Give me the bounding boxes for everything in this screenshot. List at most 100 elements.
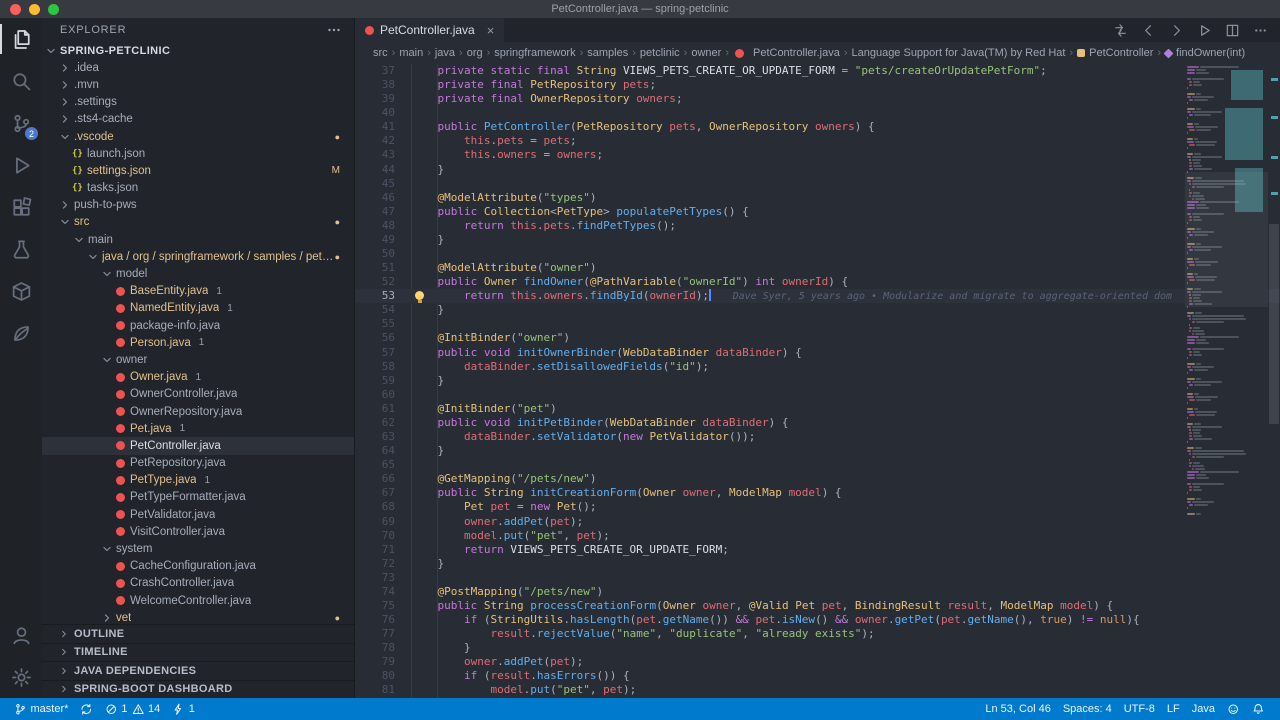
breadcrumb-item-springframework[interactable]: springframework bbox=[494, 47, 575, 59]
breadcrumb-item-findowner-int[interactable]: findOwner(int) bbox=[1165, 47, 1245, 59]
breadcrumb-item-petcontroller[interactable]: PetController bbox=[1077, 47, 1153, 59]
code-line-47[interactable]: 47 public Collection<PetType> populatePe… bbox=[355, 205, 1280, 219]
section-timeline[interactable]: TIMELINE bbox=[42, 643, 354, 662]
tree-item-tasks-json[interactable]: {}tasks.json bbox=[42, 180, 354, 197]
code-line-63[interactable]: 63 dataBinder.setValidator(new PetValida… bbox=[355, 430, 1280, 444]
tree-item-crashcontroller-java[interactable]: CrashController.java bbox=[42, 575, 354, 592]
activity-testing[interactable] bbox=[0, 228, 42, 270]
tree-item-owner-java[interactable]: Owner.java1 bbox=[42, 369, 354, 386]
code-line-38[interactable]: 38 private final PetRepository pets; bbox=[355, 78, 1280, 92]
breadcrumb-item-owner[interactable]: owner bbox=[691, 47, 721, 59]
editor-action-run-java-icon[interactable] bbox=[1197, 23, 1212, 38]
tree-item-pettypeformatter-java[interactable]: PetTypeFormatter.java bbox=[42, 489, 354, 506]
code-line-43[interactable]: 43 this.owners = owners; bbox=[355, 148, 1280, 162]
code-line-76[interactable]: 76 if (StringUtils.hasLength(pet.getName… bbox=[355, 613, 1280, 627]
code-line-78[interactable]: 78 } bbox=[355, 641, 1280, 655]
tree-item-src[interactable]: src● bbox=[42, 214, 354, 231]
activity-source-control[interactable]: 2 bbox=[0, 102, 42, 144]
activity-accounts[interactable] bbox=[0, 614, 42, 656]
editor-action-go-back-icon[interactable] bbox=[1141, 23, 1156, 38]
code-line-69[interactable]: 69 owner.addPet(pet); bbox=[355, 515, 1280, 529]
code-line-42[interactable]: 42 this.pets = pets; bbox=[355, 134, 1280, 148]
tree-item-spring-petclinic[interactable]: SPRING-PETCLINIC bbox=[42, 42, 354, 59]
code-line-46[interactable]: 46 @ModelAttribute("types") bbox=[355, 191, 1280, 205]
activity-explorer[interactable] bbox=[0, 18, 42, 60]
code-line-55[interactable]: 55 bbox=[355, 317, 1280, 331]
tree-item-pettype-java[interactable]: PetType.java1 bbox=[42, 472, 354, 489]
code-line-53[interactable]: 53 return this.owners.findById(ownerId);… bbox=[355, 289, 1280, 303]
code-line-80[interactable]: 80 if (result.hasErrors()) { bbox=[355, 669, 1280, 683]
breadcrumb-item-petclinic[interactable]: petclinic bbox=[640, 47, 680, 59]
breadcrumb-item-main[interactable]: main bbox=[399, 47, 423, 59]
tree-item-baseentity-java[interactable]: BaseEntity.java1 bbox=[42, 283, 354, 300]
tree-item-main[interactable]: main bbox=[42, 231, 354, 248]
tree-item-settings[interactable]: .settings bbox=[42, 94, 354, 111]
minimap-slider[interactable] bbox=[1185, 172, 1268, 307]
breadcrumb-item-petcontroller-java[interactable]: PetController.java bbox=[733, 47, 840, 59]
code-line-73[interactable]: 73 bbox=[355, 571, 1280, 585]
tree-item-system[interactable]: system bbox=[42, 540, 354, 557]
tree-item-launch-json[interactable]: {}launch.json bbox=[42, 145, 354, 162]
activity-extensions[interactable] bbox=[0, 186, 42, 228]
tab-petcontroller-java[interactable]: PetController.java× bbox=[355, 18, 504, 42]
code-line-41[interactable]: 41 public PetController(PetRepository pe… bbox=[355, 120, 1280, 134]
section-outline[interactable]: OUTLINE bbox=[42, 624, 354, 643]
close-window-button[interactable] bbox=[10, 4, 21, 15]
code-line-67[interactable]: 67 public String initCreationForm(Owner … bbox=[355, 486, 1280, 500]
code-editor[interactable]: 37 private static final String VIEWS_PET… bbox=[355, 64, 1280, 698]
code-line-71[interactable]: 71 return VIEWS_PETS_CREATE_OR_UPDATE_FO… bbox=[355, 543, 1280, 557]
code-line-70[interactable]: 70 model.put("pet", pet); bbox=[355, 529, 1280, 543]
tree-item-namedentity-java[interactable]: NamedEntity.java1 bbox=[42, 300, 354, 317]
minimize-window-button[interactable] bbox=[29, 4, 40, 15]
editor-action-split-editor-icon[interactable] bbox=[1225, 23, 1240, 38]
tree-item-owner[interactable]: owner bbox=[42, 351, 354, 368]
code-line-72[interactable]: 72 } bbox=[355, 557, 1280, 571]
code-line-37[interactable]: 37 private static final String VIEWS_PET… bbox=[355, 64, 1280, 78]
status-problems[interactable]: 114 bbox=[99, 698, 166, 720]
status-git-branch[interactable]: master* bbox=[8, 698, 74, 720]
code-line-68[interactable]: 68 Pet pet = new Pet(); bbox=[355, 500, 1280, 514]
zoom-window-button[interactable] bbox=[48, 4, 59, 15]
code-line-56[interactable]: 56 @InitBinder("owner") bbox=[355, 331, 1280, 345]
code-line-65[interactable]: 65 bbox=[355, 458, 1280, 472]
code-line-44[interactable]: 44 } bbox=[355, 163, 1280, 177]
tree-item-push-to-pws[interactable]: push-to-pws bbox=[42, 197, 354, 214]
code-line-81[interactable]: 81 model.put("pet", pet); bbox=[355, 683, 1280, 697]
breadcrumb-item-language-support-for-java-tm-by-red-hat[interactable]: Language Support for Java(TM) by Red Hat bbox=[851, 47, 1065, 59]
status-language-mode[interactable]: Java bbox=[1186, 698, 1221, 720]
tree-item-welcomecontroller-java[interactable]: WelcomeController.java bbox=[42, 592, 354, 609]
tree-item-sts4-cache[interactable]: .sts4-cache bbox=[42, 111, 354, 128]
code-line-64[interactable]: 64 } bbox=[355, 444, 1280, 458]
section-spring-boot-dashboard[interactable]: SPRING-BOOT DASHBOARD bbox=[42, 680, 354, 699]
activity-spring-boot-dashboard[interactable] bbox=[0, 312, 42, 354]
code-line-51[interactable]: 51 @ModelAttribute("owner") bbox=[355, 261, 1280, 275]
code-line-62[interactable]: 62 public void initPetBinder(WebDataBind… bbox=[355, 416, 1280, 430]
close-tab-icon[interactable]: × bbox=[487, 24, 495, 37]
activity-run-and-debug[interactable] bbox=[0, 144, 42, 186]
status-notifications[interactable] bbox=[1246, 698, 1271, 720]
code-line-60[interactable]: 60 bbox=[355, 388, 1280, 402]
code-line-52[interactable]: 52 public Owner findOwner(@PathVariable(… bbox=[355, 275, 1280, 289]
status-encoding[interactable]: UTF-8 bbox=[1118, 698, 1161, 720]
breadcrumb-item-samples[interactable]: samples bbox=[587, 47, 628, 59]
code-line-74[interactable]: 74 @PostMapping("/pets/new") bbox=[355, 585, 1280, 599]
code-line-66[interactable]: 66 @GetMapping("/pets/new") bbox=[355, 472, 1280, 486]
code-line-39[interactable]: 39 private final OwnerRepository owners; bbox=[355, 92, 1280, 106]
activity-settings[interactable] bbox=[0, 656, 42, 698]
tree-item-idea[interactable]: .idea bbox=[42, 59, 354, 76]
tree-item-vscode[interactable]: .vscode● bbox=[42, 128, 354, 145]
tree-item-petrepository-java[interactable]: PetRepository.java bbox=[42, 455, 354, 472]
tree-item-ownercontroller-java[interactable]: OwnerController.java bbox=[42, 386, 354, 403]
status-feedback[interactable] bbox=[1221, 698, 1246, 720]
editor-action-more-actions-icon[interactable] bbox=[1253, 23, 1268, 38]
activity-java-projects[interactable] bbox=[0, 270, 42, 312]
section-java-dependencies[interactable]: JAVA DEPENDENCIES bbox=[42, 661, 354, 680]
tree-item-package-info-java[interactable]: package-info.java bbox=[42, 317, 354, 334]
tree-item-visitcontroller-java[interactable]: VisitController.java bbox=[42, 523, 354, 540]
tree-item-mvn[interactable]: .mvn bbox=[42, 76, 354, 93]
code-line-50[interactable]: 50 bbox=[355, 247, 1280, 261]
minimap[interactable] bbox=[1185, 64, 1268, 698]
code-line-48[interactable]: 48 return this.pets.findPetTypes(); bbox=[355, 219, 1280, 233]
status-boot-apps[interactable]: 1 bbox=[166, 698, 201, 720]
tree-item-person-java[interactable]: Person.java1 bbox=[42, 334, 354, 351]
